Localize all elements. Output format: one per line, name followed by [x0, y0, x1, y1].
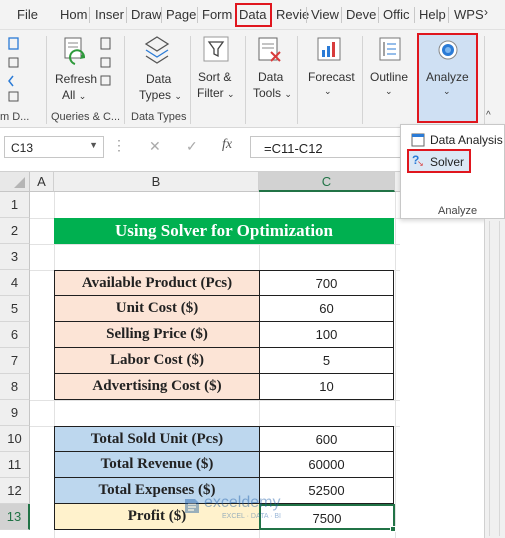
collapse-ribbon-icon[interactable]: ^: [486, 110, 491, 121]
tabs-scroll-right-icon[interactable]: ›: [484, 5, 488, 19]
refresh-all-button[interactable]: Refresh: [55, 72, 97, 86]
chevron-down-icon: ▼: [89, 140, 98, 150]
more-options-icon[interactable]: ⋮: [112, 137, 126, 154]
column-header-b[interactable]: B: [54, 172, 259, 192]
select-all-corner[interactable]: [0, 172, 30, 192]
column-header-c[interactable]: C: [259, 172, 395, 192]
row-header[interactable]: 12: [0, 478, 30, 504]
row-header[interactable]: 9: [0, 400, 30, 426]
data-types-icon[interactable]: [141, 34, 173, 73]
data-types-button-label-2: Types ⌄: [139, 88, 182, 102]
profit-value-selected-cell[interactable]: 7500: [259, 504, 395, 530]
data-types-group-label: Data Types: [131, 111, 187, 123]
get-data-group-label: m D...: [0, 111, 30, 123]
output-label-total-expenses[interactable]: Total Expenses ($): [54, 478, 260, 504]
fill-handle[interactable]: [390, 526, 396, 532]
chevron-down-icon: ⌄: [284, 89, 292, 99]
row-header[interactable]: 8: [0, 374, 30, 400]
row-header[interactable]: 3: [0, 244, 30, 270]
output-label-total-sold-unit[interactable]: Total Sold Unit (Pcs): [54, 426, 260, 452]
row-header[interactable]: 10: [0, 426, 30, 452]
enter-icon[interactable]: ✓: [186, 138, 198, 155]
tab-help[interactable]: Help: [419, 7, 446, 22]
tab-home[interactable]: Hom: [60, 7, 87, 22]
analyze-group-label: Analyze: [438, 205, 478, 217]
tab-insert[interactable]: Inser: [95, 7, 124, 22]
chevron-down-icon: ⌄: [78, 91, 87, 101]
chevron-down-icon: ⌄: [443, 86, 451, 96]
input-label-advertising-cost[interactable]: Advertising Cost ($): [54, 374, 260, 400]
row-header[interactable]: 1: [0, 192, 30, 218]
cancel-icon[interactable]: ✕: [149, 138, 161, 155]
sort-filter-label-2: Filter ⌄: [197, 86, 235, 100]
forecast-button[interactable]: Forecast: [308, 70, 355, 84]
output-value-total-revenue[interactable]: 60000: [259, 452, 394, 478]
sort-filter-button[interactable]: Sort &: [198, 70, 231, 84]
data-types-button[interactable]: Data: [146, 72, 171, 86]
refresh-all-label-2: All ⌄: [62, 88, 87, 102]
chevron-down-icon: ⌄: [227, 89, 235, 99]
profit-label[interactable]: Profit ($): [54, 504, 260, 530]
outline-icon[interactable]: [378, 36, 404, 69]
tab-view[interactable]: View: [311, 7, 339, 22]
input-value-available-product[interactable]: 700: [259, 270, 394, 296]
data-tools-icon[interactable]: [256, 36, 284, 69]
tab-draw[interactable]: Draw: [131, 7, 161, 22]
refresh-all-icon[interactable]: [62, 36, 90, 71]
tab-file[interactable]: File: [17, 7, 38, 22]
get-data-icon[interactable]: [6, 36, 20, 109]
tab-formulas[interactable]: Form: [202, 7, 232, 22]
filter-icon[interactable]: [203, 36, 229, 69]
chevron-down-icon: ⌄: [174, 91, 182, 101]
row-header[interactable]: 11: [0, 452, 30, 478]
queries-group-label: Queries & C...: [51, 111, 121, 123]
queries-connections-icon[interactable]: [100, 36, 112, 109]
row-header[interactable]: 13: [0, 504, 30, 530]
tab-wps[interactable]: WPS: [454, 7, 484, 22]
analyze-label: Analyze: [426, 70, 469, 84]
row-header[interactable]: 5: [0, 296, 30, 322]
input-value-selling-price[interactable]: 100: [259, 322, 394, 348]
tab-developer[interactable]: Deve: [346, 7, 376, 22]
column-header-a[interactable]: A: [30, 172, 54, 192]
data-analysis-menu-item[interactable]: Data Analysis: [430, 133, 503, 147]
tab-data-highlight: [235, 3, 272, 27]
input-value-advertising-cost[interactable]: 10: [259, 374, 394, 400]
input-value-labor-cost[interactable]: 5: [259, 348, 394, 374]
vertical-scrollbar[interactable]: [484, 219, 505, 538]
chevron-down-icon[interactable]: ⌄: [324, 86, 332, 97]
data-analysis-icon: [411, 133, 425, 150]
fx-icon[interactable]: fx: [222, 137, 232, 153]
forecast-icon[interactable]: [316, 36, 344, 69]
sheet-title[interactable]: Using Solver for Optimization: [54, 218, 394, 244]
row-header[interactable]: 4: [0, 270, 30, 296]
input-label-available-product[interactable]: Available Product (Pcs): [54, 270, 260, 296]
output-value-total-expenses[interactable]: 52500: [259, 478, 394, 504]
output-label-total-revenue[interactable]: Total Revenue ($): [54, 452, 260, 478]
row-header[interactable]: 2: [0, 218, 30, 244]
input-label-labor-cost[interactable]: Labor Cost ($): [54, 348, 260, 374]
input-label-unit-cost[interactable]: Unit Cost ($): [54, 296, 260, 322]
name-box[interactable]: C13 ▼: [4, 136, 104, 158]
row-header[interactable]: 6: [0, 322, 30, 348]
outline-button[interactable]: Outline: [370, 70, 408, 84]
row-header[interactable]: 7: [0, 348, 30, 374]
ribbon-tab-bar: File Hom Inser Draw Page Form Data Revie…: [0, 0, 505, 30]
analyze-icon: [436, 38, 460, 65]
input-value-unit-cost[interactable]: 60: [259, 296, 394, 322]
output-value-total-sold-unit[interactable]: 600: [259, 426, 394, 452]
data-tools-button[interactable]: Data: [258, 70, 283, 84]
solver-arrow-icon: ↘: [417, 159, 424, 168]
solver-menu-item[interactable]: ? ↘ Solver: [407, 149, 471, 173]
worksheet-grid: A B C 1 2 3 4 5 6 7 8 9 10 11 12 13 Usin…: [0, 172, 505, 538]
chevron-down-icon[interactable]: ⌄: [385, 86, 393, 97]
tab-review[interactable]: Revie: [276, 7, 309, 22]
data-tools-label-2: Tools ⌄: [253, 86, 292, 100]
tab-office[interactable]: Offic: [383, 7, 410, 22]
tab-page-layout[interactable]: Page: [166, 7, 196, 22]
input-label-selling-price[interactable]: Selling Price ($): [54, 322, 260, 348]
